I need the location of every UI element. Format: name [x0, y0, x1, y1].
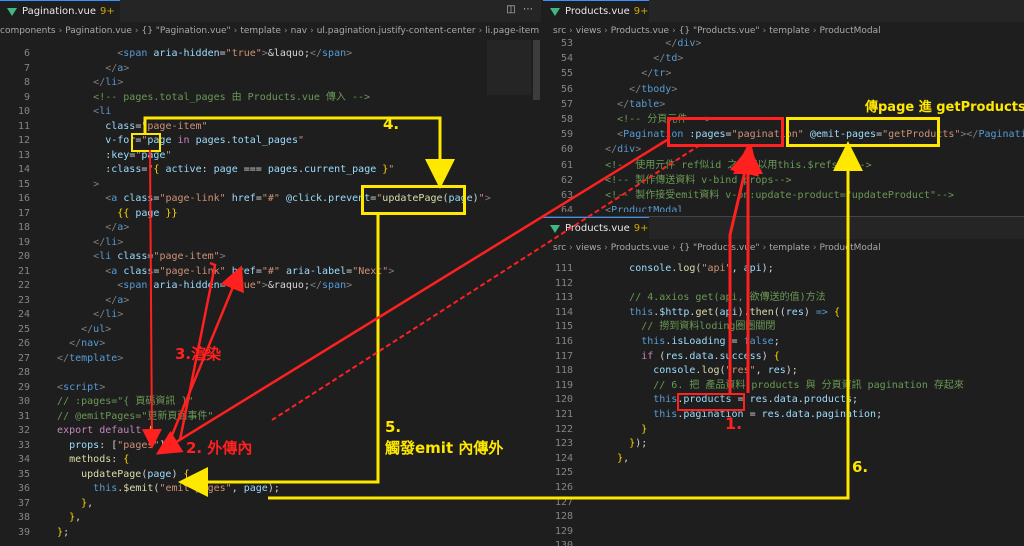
annotation-step-3: 3.渲染 — [175, 345, 222, 363]
arrow-2 — [155, 138, 668, 455]
annotation-step-6: 6. — [852, 458, 869, 476]
annotation-step-5-desc: 觸發emit 內傳外 — [385, 439, 504, 457]
arrow-3c — [141, 149, 162, 449]
arrow-2b — [271, 144, 701, 421]
annotation-arrows — [141, 116, 863, 500]
arrow-6 — [268, 141, 863, 500]
annotation-top-label: 傳page 進 getProducts() — [865, 100, 1024, 115]
annotation-step-1: 1. — [725, 414, 743, 433]
annotation-step-4: 4. — [383, 115, 400, 133]
annotation-step-5: 5. — [385, 418, 402, 436]
annotation-step-2: 2. 外傳內 — [186, 439, 253, 457]
